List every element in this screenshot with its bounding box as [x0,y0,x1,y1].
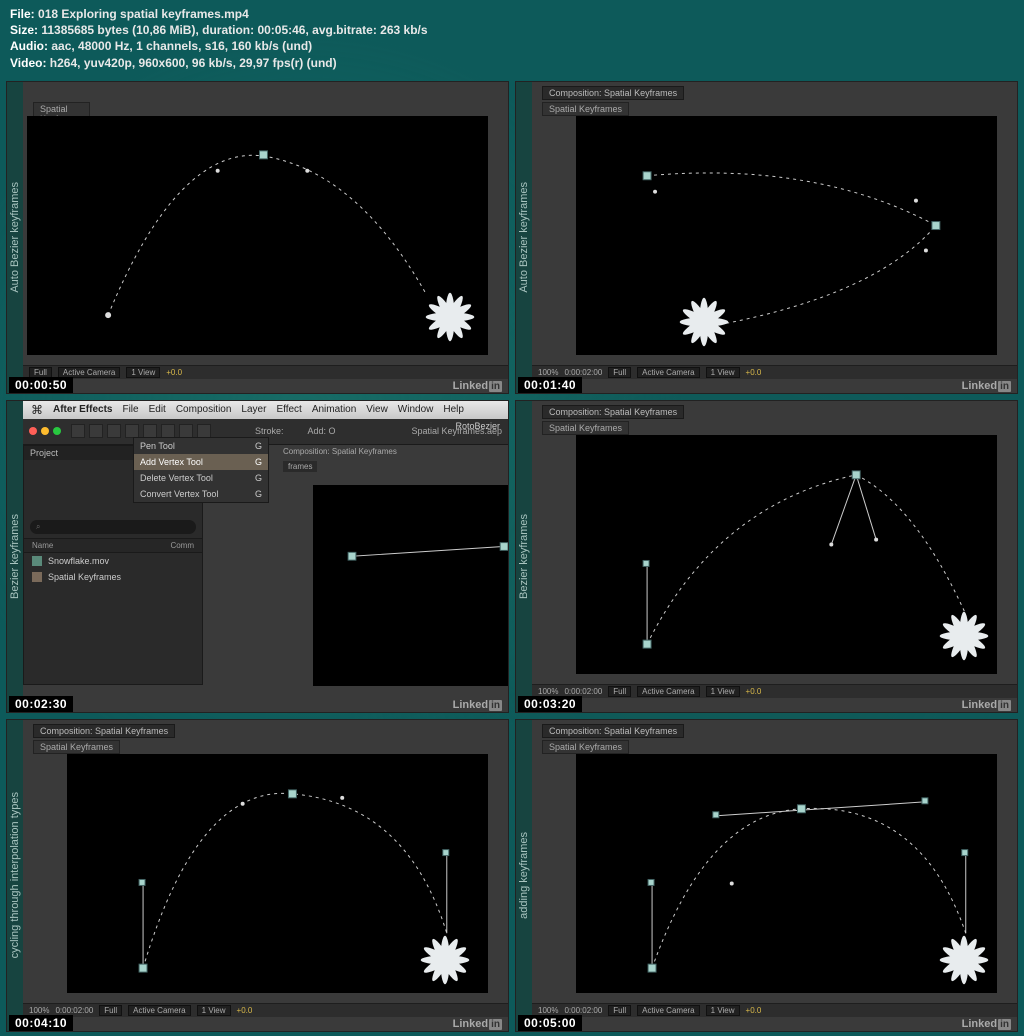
timestamp: 00:03:20 [518,696,582,712]
viewer-status-bar: FullActive Camera1 View+0.0 [23,365,508,379]
viewer-status-bar: 100%0:00:02:00FullActive Camera1 View+0.… [532,1003,1017,1017]
pen-tool-option[interactable]: Pen ToolG [134,438,268,454]
linkedin-badge: Linkedin [453,699,502,711]
snowflake-icon [417,932,473,988]
menu-file[interactable]: File [122,404,138,415]
comp-tab[interactable]: Spatial Keyframes [33,740,120,754]
comp-title: Composition: Spatial Keyframes [33,724,175,738]
viewer-status-bar: 100%0:00:02:00FullActive Camera1 View+0.… [23,1003,508,1017]
comp-title: Composition: Spatial Keyframes [542,405,684,419]
comp-tab[interactable]: Spatial Keyframes [542,102,629,116]
chapter-label: Auto Bezier keyframes [7,82,23,393]
viewer-canvas[interactable] [27,116,488,355]
delete-vertex-tool-option[interactable]: Delete Vertex ToolG [134,470,268,486]
thumbnail-3: Bezier keyframes ⌘ After Effects File Ed… [6,400,509,713]
comp-tab[interactable]: Spatial Keyframes [542,421,629,435]
menu-edit[interactable]: Edit [149,404,166,415]
viewer-canvas[interactable] [67,754,488,993]
menu-view[interactable]: View [366,404,388,415]
snowflake-icon [936,932,992,988]
mac-menubar[interactable]: ⌘ After Effects File Edit Composition La… [23,401,508,419]
thumbnail-grid: Auto Bezier keyframes Spatial Keyframes … [0,77,1024,1036]
menu-composition[interactable]: Composition [176,404,232,415]
thumbnail-4: Bezier keyframes Composition: Spatial Ke… [515,400,1018,713]
chapter-label: Bezier keyframes [7,401,23,712]
snowflake-icon [936,608,992,664]
project-item[interactable]: Snowflake.mov [24,553,202,569]
viewer-canvas[interactable] [313,485,508,686]
viewer-canvas[interactable] [576,435,997,674]
comp-title: Composition: Spatial Keyframes [542,86,684,100]
menu-window[interactable]: Window [398,404,434,415]
comp-tab-bar: Composition: Spatial Keyframes Spatial K… [542,405,684,419]
linkedin-badge: Linkedin [962,380,1011,392]
project-columns: NameComm [24,538,202,553]
timestamp: 00:00:50 [9,377,73,393]
viewer-canvas[interactable] [576,754,997,993]
timestamp: 00:01:40 [518,377,582,393]
chapter-label: cycling through interpolation types [7,720,23,1031]
chapter-label: adding keyframes [516,720,532,1031]
linkedin-badge: Linkedin [453,380,502,392]
menu-help[interactable]: Help [443,404,464,415]
media-info-block: File: 018 Exploring spatial keyframes.mp… [0,0,1024,77]
comp-tab[interactable]: Spatial Keyframes [542,740,629,754]
thumbnail-2: Auto Bezier keyframes Composition: Spati… [515,81,1018,394]
thumbnail-6: adding keyframes Composition: Spatial Ke… [515,719,1018,1032]
snowflake-icon [422,289,478,345]
comp-tab-bar: Composition: Spatial Keyframes Spatial K… [542,86,684,100]
comp-title: Composition: Spatial Keyframes [542,724,684,738]
chapter-label: Auto Bezier keyframes [516,82,532,393]
pen-tool-flyout[interactable]: Pen ToolG Add Vertex ToolG Delete Vertex… [133,437,269,503]
convert-vertex-tool-option[interactable]: Convert Vertex ToolG [134,486,268,502]
comp-tab-bar: Composition: Spatial Keyframes Spatial K… [542,724,684,738]
linkedin-badge: Linkedin [962,699,1011,711]
add-vertex-tool-option[interactable]: Add Vertex ToolG [134,454,268,470]
chapter-label: Bezier keyframes [516,401,532,712]
timestamp: 00:02:30 [9,696,73,712]
comp-tab-bar: Composition: Spatial Keyframes Spatial K… [33,724,175,738]
linkedin-badge: Linkedin [453,1018,502,1030]
thumbnail-5: cycling through interpolation types Comp… [6,719,509,1032]
menu-animation[interactable]: Animation [312,404,356,415]
project-item[interactable]: Spatial Keyframes [24,569,202,585]
zoom-tool[interactable] [107,424,121,438]
menu-layer[interactable]: Layer [241,404,266,415]
linkedin-badge: Linkedin [962,1018,1011,1030]
thumbnail-1: Auto Bezier keyframes Spatial Keyframes … [6,81,509,394]
selection-tool[interactable] [71,424,85,438]
snowflake-icon [676,294,732,350]
viewer-status-bar: 100%0:00:02:00FullActive Camera1 View+0.… [532,684,1017,698]
project-search-input[interactable]: ⌕ [30,520,196,534]
menu-effect[interactable]: Effect [276,404,301,415]
viewer-status-bar: 100%0:00:02:00FullActive Camera1 View+0.… [532,365,1017,379]
hand-tool[interactable] [89,424,103,438]
viewer-canvas[interactable] [576,116,997,355]
